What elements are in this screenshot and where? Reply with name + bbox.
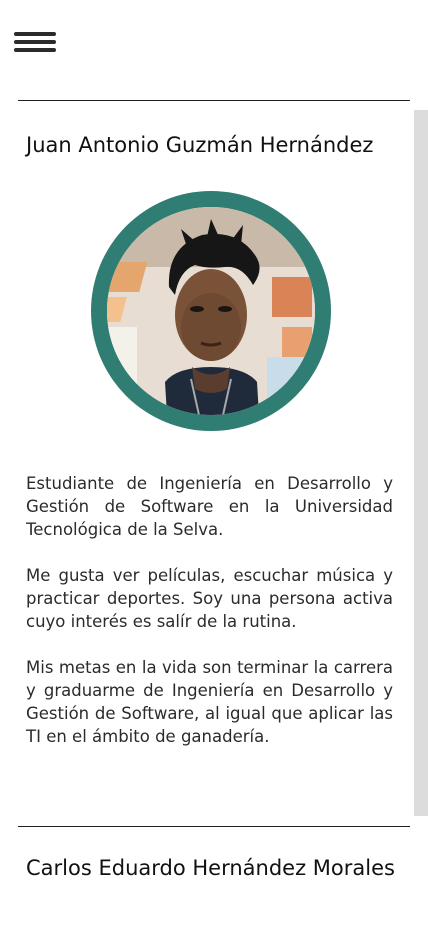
divider-bottom — [18, 826, 410, 827]
hamburger-menu-icon[interactable] — [14, 31, 56, 57]
profile-name: Juan Antonio Guzmán Hernández — [26, 133, 374, 157]
menu-bar — [14, 32, 56, 36]
profile-photo — [107, 207, 315, 415]
page: Juan Antonio Guzmán Hernández Estudiante… — [0, 0, 428, 926]
bio-paragraph: Mis metas en la vida son terminar la car… — [26, 658, 393, 746]
scrollbar[interactable] — [414, 110, 428, 816]
bio-paragraph: Estudiante de Ingeniería en Desarrollo y… — [26, 474, 393, 539]
bio-paragraph: Me gusta ver películas, escuchar música … — [26, 566, 393, 631]
menu-bar — [14, 40, 56, 44]
divider-top — [18, 100, 410, 101]
profile-name: Carlos Eduardo Hernández Morales — [26, 856, 395, 880]
menu-bar — [14, 48, 56, 52]
avatar-ring — [91, 191, 331, 431]
